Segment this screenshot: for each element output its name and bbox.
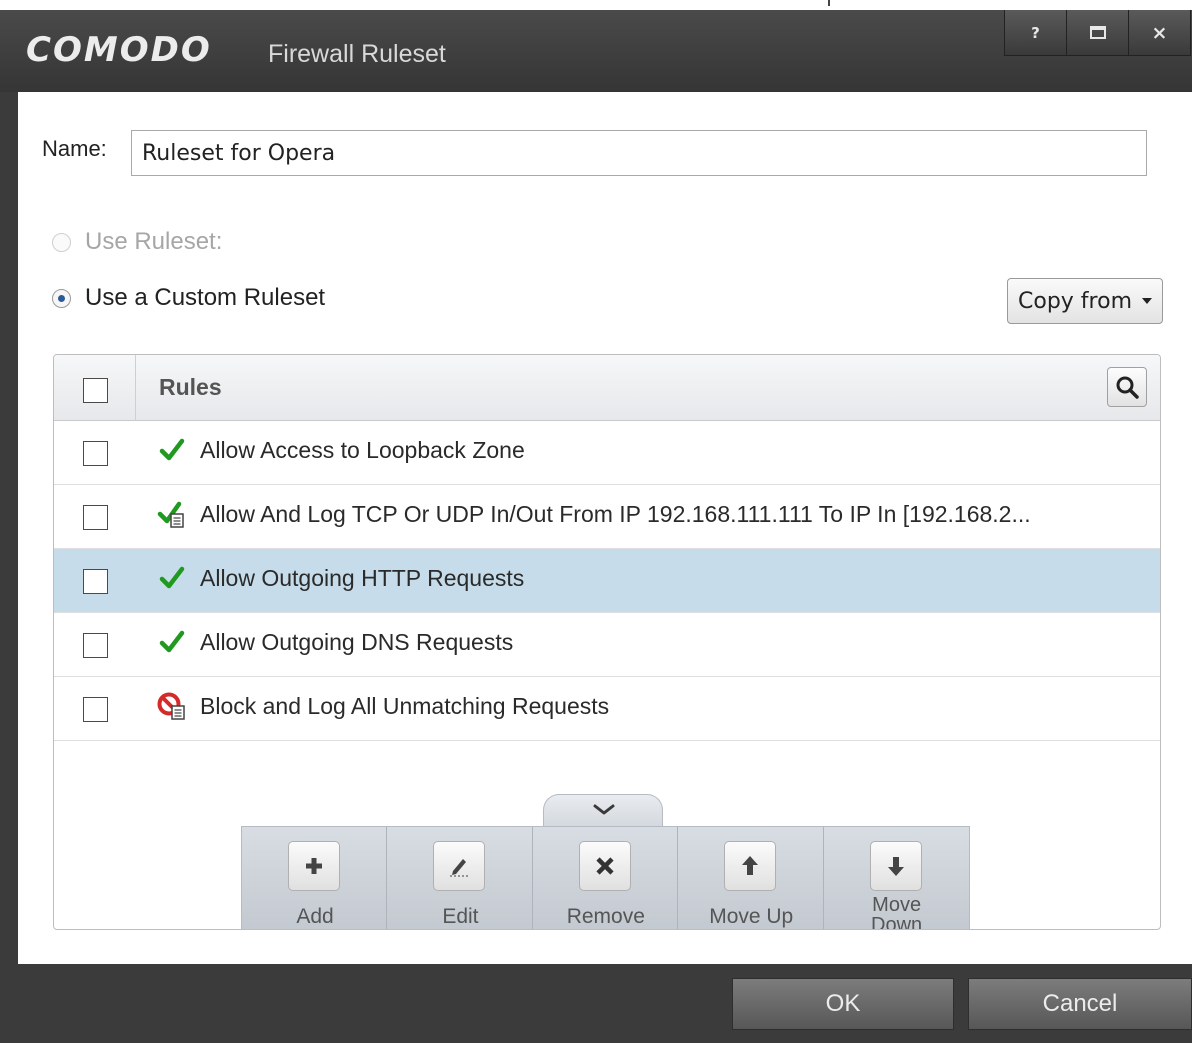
table-row[interactable]: Allow And Log TCP Or UDP In/Out From IP … [54,485,1160,549]
row-checkbox[interactable] [83,633,108,658]
edit-label: Edit [442,905,479,928]
remove-icon-box [578,841,631,891]
custom-ruleset-label[interactable]: Use a Custom Ruleset [85,284,325,312]
dropdown-caret-icon [1142,298,1152,304]
maximize-button[interactable] [1067,10,1129,56]
pencil-icon [450,859,469,877]
allow-icon [159,630,185,653]
row-checkbox[interactable] [83,441,108,466]
table-row[interactable]: Block and Log All Unmatching Requests [54,677,1160,741]
move-up-icon-box [724,841,777,891]
row-checkbox[interactable] [83,697,108,722]
allow-log-icon [157,501,184,528]
table-row[interactable]: Allow Access to Loopback Zone [54,421,1160,485]
toolbar-buttons: Add Edit Remove Move Up Move Down [241,826,970,930]
rule-label: Block and Log All Unmatching Requests [200,693,610,719]
block-log-icon [157,692,185,720]
remove-button[interactable]: Remove [533,827,679,929]
copy-from-label: Copy from [1018,288,1132,314]
cancel-button[interactable]: Cancel [968,978,1192,1030]
dialog-content: Name: Ruleset for Opera Use Ruleset: Use… [18,92,1192,964]
add-button[interactable]: Add [242,827,388,929]
table-row[interactable]: Allow Outgoing DNS Requests [54,613,1160,677]
plus-icon [306,858,322,874]
chevron-down-icon [593,804,615,815]
top-strip [0,0,1192,10]
arrow-down-icon [887,857,904,876]
rule-label: Allow Access to Loopback Zone [200,437,525,463]
add-icon-box [288,841,340,891]
select-all-column [54,355,136,421]
table-row[interactable]: Allow Outgoing HTTP Requests [54,549,1160,613]
collapse-toolbar-tab[interactable] [543,794,663,828]
rules-table: Rules Allow Access to Loopback Zone Allo… [53,354,1161,930]
rules-table-header: Rules [54,355,1160,421]
use-ruleset-label: Use Ruleset: [85,228,223,255]
move-down-label-line1: Move [872,894,922,916]
top-strip-dot [828,0,830,6]
edit-button[interactable]: Edit [387,827,533,929]
move-down-label-line2: Down [871,914,923,930]
help-button[interactable]: ? [1005,10,1067,56]
row-checkbox[interactable] [83,505,108,530]
close-button[interactable]: × [1129,10,1191,56]
search-icon [1116,376,1139,399]
select-all-checkbox[interactable] [83,378,108,403]
search-button[interactable] [1107,367,1147,407]
comodo-logo: COMODO [26,30,212,70]
rule-label: Allow And Log TCP Or UDP In/Out From IP … [200,501,1031,527]
move-up-button[interactable]: Move Up [678,827,824,929]
action-toolbar: Add Edit Remove Move Up Move Down [241,794,970,930]
move-down-label: Move Down [824,894,970,930]
move-down-icon-box [869,841,922,891]
x-icon [596,857,614,875]
ok-button[interactable]: OK [732,978,954,1030]
move-down-button[interactable]: Move Down [824,827,970,930]
arrow-up-icon [742,856,759,875]
firewall-ruleset-dialog: COMODO Firewall Ruleset ? × Name: Rulese… [0,0,1192,1043]
custom-ruleset-radio[interactable] [52,288,71,308]
edit-icon-box [433,841,486,891]
rules-column-header[interactable]: Rules [159,374,222,401]
move-up-label: Move Up [709,905,794,928]
row-checkbox[interactable] [83,569,108,594]
rule-label: Allow Outgoing HTTP Requests [200,565,525,591]
use-ruleset-option: Use Ruleset: [52,228,222,256]
window-controls: ? × [1004,10,1192,56]
window-title: Firewall Ruleset [268,40,446,68]
copy-from-button[interactable]: Copy from [1007,278,1163,324]
add-label: Add [296,905,334,928]
name-label: Name: [42,136,107,161]
name-input[interactable]: Ruleset for Opera [131,130,1147,176]
use-ruleset-radio [52,232,71,252]
maximize-icon [1089,26,1106,39]
allow-icon [159,566,185,589]
remove-label: Remove [566,905,645,928]
custom-ruleset-option[interactable]: Use a Custom Ruleset [52,284,325,312]
allow-icon [159,438,185,461]
rule-label: Allow Outgoing DNS Requests [200,629,514,655]
